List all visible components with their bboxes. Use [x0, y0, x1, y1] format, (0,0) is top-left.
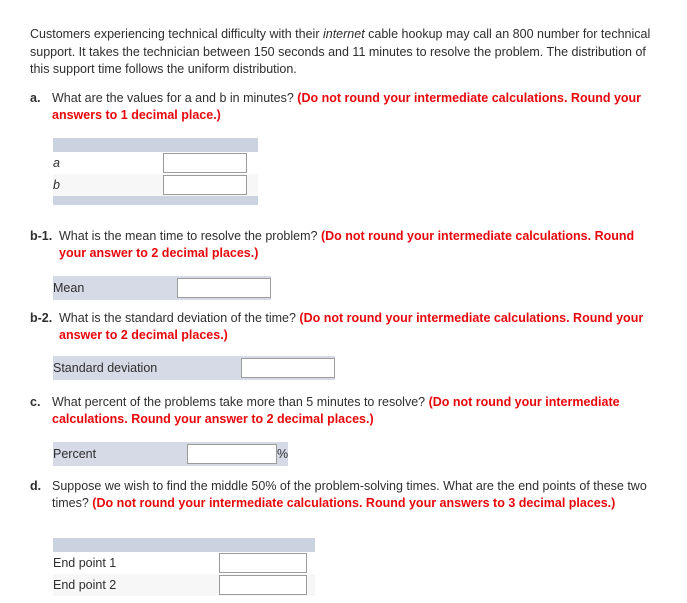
table-header-bar: [53, 538, 315, 552]
answer-table-endpoints: End point 1 End point 2: [53, 538, 315, 596]
question-b2-text: What is the standard deviation of the ti…: [59, 310, 660, 344]
table-row: End point 1: [53, 552, 315, 574]
row-input-cell-end-point-2: [219, 574, 315, 596]
question-b1-prompt: What is the mean time to resolve the pro…: [59, 229, 321, 243]
table-row: Percent %: [53, 442, 289, 466]
input-a[interactable]: [163, 153, 247, 173]
question-a-label: a.: [30, 91, 41, 105]
question-a-prompt: What are the values for a and b in minut…: [52, 91, 298, 105]
row-label-standard-deviation: Standard deviation: [53, 361, 158, 375]
table-row: Mean: [53, 276, 271, 300]
row-label-b: b: [53, 178, 60, 192]
table-footer-bar: [53, 196, 258, 205]
table-header-bar: [53, 138, 258, 152]
question-b2-label: b-2.: [30, 311, 53, 325]
row-input-cell-end-point-1: [219, 552, 315, 574]
question-a: a. What are the values for a and b in mi…: [30, 90, 660, 124]
input-standard-deviation[interactable]: [241, 358, 335, 378]
table-row: b: [53, 174, 258, 196]
question-d-text: Suppose we wish to find the middle 50% o…: [52, 478, 670, 512]
worksheet-page: Customers experiencing technical difficu…: [0, 0, 687, 603]
question-d-instruction: (Do not round your intermediate calculat…: [92, 496, 616, 510]
question-b1-text: What is the mean time to resolve the pro…: [59, 228, 660, 262]
problem-statement-italic: internet: [322, 27, 365, 41]
question-b2-prompt: What is the standard deviation of the ti…: [59, 311, 300, 325]
input-end-point-1[interactable]: [219, 553, 307, 573]
input-mean[interactable]: [177, 278, 271, 298]
row-label-percent: Percent: [53, 447, 97, 461]
question-c-prompt: What percent of the problems take more t…: [52, 395, 429, 409]
question-a-text: What are the values for a and b in minut…: [52, 90, 652, 124]
row-input-cell-standard-deviation: [241, 356, 335, 380]
question-b1-label: b-1.: [30, 229, 53, 243]
table-row: End point 2: [53, 574, 315, 596]
input-end-point-2[interactable]: [219, 575, 307, 595]
row-input-cell-b: [163, 174, 258, 196]
row-label-a: a: [53, 156, 60, 170]
answer-table-mean: Mean: [53, 276, 271, 300]
question-d-label: d.: [30, 479, 42, 493]
question-b2: b-2. What is the standard deviation of t…: [30, 310, 660, 344]
question-c-label: c.: [30, 395, 41, 409]
table-row: Standard deviation: [53, 356, 335, 380]
row-input-cell-percent: [187, 442, 277, 466]
answer-table-ab: a b: [53, 138, 258, 205]
row-input-cell-a: [163, 152, 258, 174]
table-header-bar-row: [53, 138, 258, 152]
table-footer-bar-row: [53, 196, 258, 205]
question-c-text: What percent of the problems take more t…: [52, 394, 665, 428]
problem-statement: Customers experiencing technical difficu…: [30, 26, 655, 79]
input-percent[interactable]: [187, 444, 277, 464]
table-row: a: [53, 152, 258, 174]
answer-table-percent: Percent %: [53, 442, 289, 466]
row-label-mean: Mean: [53, 281, 85, 295]
question-b1: b-1. What is the mean time to resolve th…: [30, 228, 660, 262]
answer-table-standard-deviation: Standard deviation: [53, 356, 335, 380]
row-input-cell-mean: [177, 276, 271, 300]
input-b[interactable]: [163, 175, 247, 195]
question-d: d. Suppose we wish to find the middle 50…: [30, 478, 670, 512]
row-label-end-point-1: End point 1: [53, 556, 117, 570]
question-c: c. What percent of the problems take mor…: [30, 394, 665, 428]
percent-sign-label: %: [277, 447, 289, 461]
row-label-end-point-2: End point 2: [53, 578, 117, 592]
table-header-bar-row: [53, 538, 315, 552]
problem-statement-part1: Customers experiencing technical difficu…: [30, 27, 323, 41]
